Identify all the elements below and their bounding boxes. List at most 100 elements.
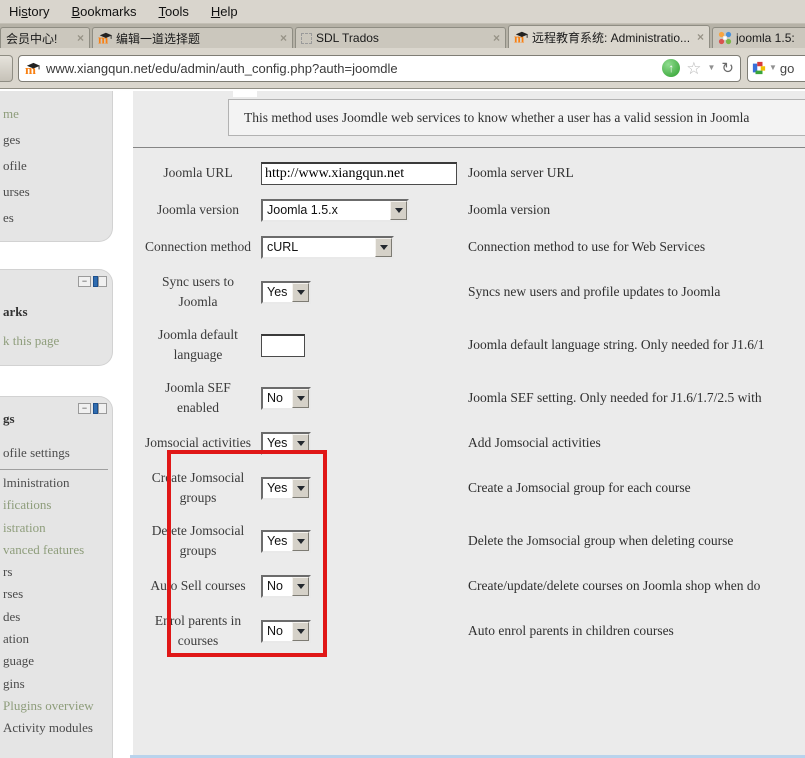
menu-history[interactable]: History [9,4,49,19]
sidebar-navigation-block: me ges ofile urses es [0,91,113,242]
menu-bar: History Bookmarks Tools Help [0,0,805,24]
sidebar-settings-block: − gs ofile settings lministration ificat… [0,396,113,758]
go-button[interactable]: ↑ [662,59,680,77]
selected-value: Yes [263,481,292,495]
jomsocial-activities-select[interactable]: Yes [261,432,311,455]
sidebar-item-courses[interactable]: urses [0,179,112,205]
tab-title: SDL Trados [316,31,486,45]
dropdown-arrow-icon [292,532,309,551]
form-row-enrol-parents: Enrol parents in courses No Auto enrol p… [133,611,805,651]
field-label: Joomla default language [143,325,253,365]
collapse-block-icon[interactable]: − [78,403,91,414]
sidebar-item-profile-settings[interactable]: ofile settings [0,445,112,461]
bookmark-star-icon[interactable]: ☆ [686,60,701,77]
auth-config-form: Joomla URL Joomla server URL Joomla vers… [133,161,805,651]
tab-distance-education-active[interactable]: m 远程教育系统: Administratio... × [508,25,710,48]
tab-joomla[interactable]: joomla 1.5: [712,27,805,48]
selected-value: No [263,624,292,638]
moodle-favicon-icon: m [25,61,40,76]
delete-jomsocial-groups-select[interactable]: Yes [261,530,311,553]
joomla-url-input[interactable] [261,162,457,185]
url-input[interactable]: www.xiangqun.net/edu/admin/auth_config.p… [46,61,656,76]
field-description: Add Jomsocial activities [463,435,805,451]
sidebar-item-advanced-features[interactable]: vanced features [0,539,112,561]
menu-tools[interactable]: Tools [158,4,188,19]
field-label: Connection method [143,237,253,257]
field-description: Connection method to use for Web Service… [463,239,805,255]
tab-sdl-trados[interactable]: SDL Trados × [295,27,506,48]
sidebar-item-users[interactable]: rs [0,561,112,583]
collapse-block-icon[interactable]: − [78,276,91,287]
joomla-icon [718,31,732,45]
selected-value: No [263,579,292,593]
bookmark-this-page-link[interactable]: k this page [0,333,112,349]
search-box[interactable]: ▼ go [747,55,805,82]
block-controls: − [78,276,107,287]
close-icon[interactable]: × [277,32,287,44]
reload-icon[interactable]: ↻ [721,61,734,76]
field-description: Create/update/delete courses on Joomla s… [463,578,805,594]
google-icon [752,61,766,75]
close-icon[interactable]: × [74,32,84,44]
field-label: Joomla SEF enabled [143,378,253,418]
sidebar-item-es[interactable]: es [0,205,112,231]
field-description: Joomla default language string. Only nee… [463,337,805,353]
field-label: Joomla version [143,200,253,220]
connection-method-select[interactable]: cURL [261,236,394,259]
close-icon[interactable]: × [490,32,500,44]
sef-enabled-select[interactable]: No [261,387,311,410]
sidebar-item-plugins[interactable]: gins [0,673,112,695]
sidebar-item-courses[interactable]: rses [0,583,112,605]
tab-title: 编辑一道选择题 [116,30,273,47]
field-label: Joomla URL [143,163,253,183]
sidebar-item-profile[interactable]: ofile [0,153,112,179]
tab-edit-question[interactable]: m 编辑一道选择题 × [92,27,293,48]
page-top-notch [233,89,257,97]
sidebar-item-site-administration[interactable]: lministration [0,472,112,494]
sidebar-item-registration[interactable]: istration [0,517,112,539]
create-jomsocial-groups-select[interactable]: Yes [261,477,311,500]
search-engine-label: go [780,61,794,76]
selected-value: Yes [263,534,292,548]
sidebar-item-plugins-overview[interactable]: Plugins overview [0,695,112,717]
forward-button[interactable] [0,55,13,82]
sidebar-item-activity-modules[interactable]: Activity modules [0,717,112,739]
selected-value: No [263,391,292,405]
dock-block-outline-icon [98,403,107,414]
sidebar-item-notifications[interactable]: ifications [0,494,112,516]
default-favicon-icon [301,33,312,44]
form-row-connection-method: Connection method cURL Connection method… [133,235,805,259]
history-dropdown-icon[interactable]: ▼ [708,64,716,72]
sidebar-item-pages[interactable]: ges [0,127,112,153]
tab-title: 远程教育系统: Administratio... [532,29,690,46]
address-bar[interactable]: m www.xiangqun.net/edu/admin/auth_config… [18,55,741,82]
sidebar-item-location[interactable]: ation [0,628,112,650]
tab-member-center[interactable]: 会员中心! × [0,27,90,48]
field-description: Joomla SEF setting. Only needed for J1.6… [463,390,805,406]
selected-value: Yes [263,285,292,299]
sidebar-item-grades[interactable]: des [0,606,112,628]
sidebar-item-language[interactable]: guage [0,650,112,672]
field-description: Joomla version [463,202,805,218]
form-row-create-jomsocial-groups: Create Jomsocial groups Yes Create a Jom… [133,468,805,508]
settings-form-area: This method uses Joomdle web services to… [133,91,805,758]
dropdown-arrow-icon [292,389,309,408]
field-label: Create Jomsocial groups [143,468,253,508]
selected-value: Yes [263,436,292,450]
sync-users-select[interactable]: Yes [261,281,311,304]
joomla-version-select[interactable]: Joomla 1.5.x [261,199,409,222]
dropdown-arrow-icon [292,577,309,596]
info-box: This method uses Joomdle web services to… [228,99,805,136]
menu-bookmarks[interactable]: Bookmarks [71,4,136,19]
field-label: Enrol parents in courses [143,611,253,651]
navigation-toolbar: m www.xiangqun.net/edu/admin/auth_config… [0,48,805,89]
dropdown-arrow-icon [292,434,309,453]
close-icon[interactable]: × [694,31,704,43]
sidebar-item-home[interactable]: me [0,101,112,127]
search-engine-dropdown-icon[interactable]: ▼ [769,64,777,72]
menu-help[interactable]: Help [211,4,238,19]
auto-sell-select[interactable]: No [261,575,311,598]
default-language-input[interactable] [261,334,305,357]
enrol-parents-select[interactable]: No [261,620,311,643]
sidebar-bookmarks-block: − arks k this page [0,269,113,366]
